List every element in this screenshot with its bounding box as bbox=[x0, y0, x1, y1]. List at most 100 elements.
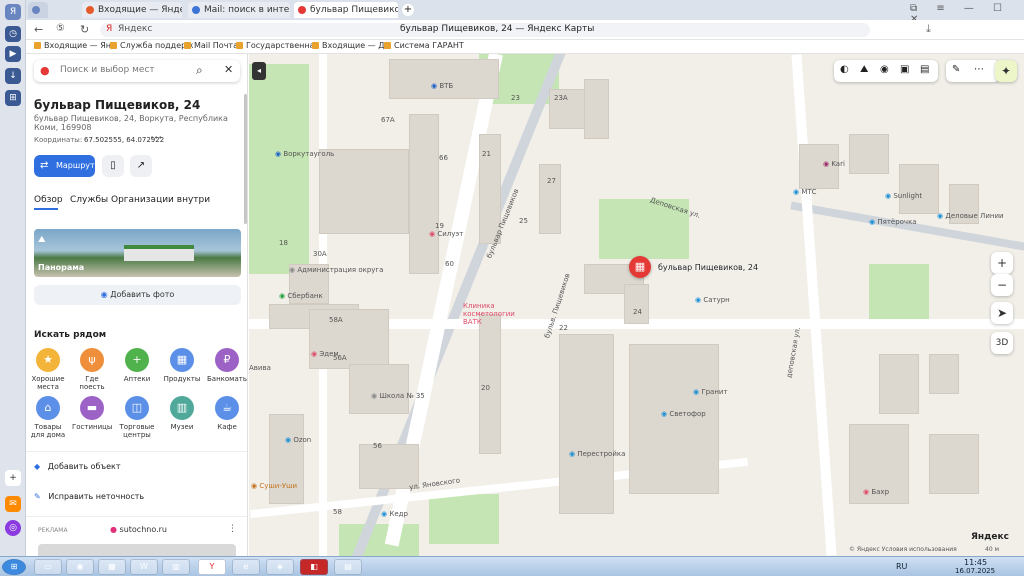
bookmark-item[interactable]: Система ГАРАНТ bbox=[384, 41, 464, 50]
poi-edem[interactable]: ◉ Эдем bbox=[311, 350, 339, 358]
poi-school[interactable]: ◉ Школа № 35 bbox=[371, 392, 425, 400]
ruler-icon[interactable]: ✎ bbox=[952, 64, 960, 75]
poi-delovye-linii[interactable]: ◉ Деловые Линии bbox=[937, 212, 1004, 220]
tab-organizations[interactable]: Организации внутри bbox=[111, 195, 210, 205]
clock-time[interactable]: 11:45 bbox=[964, 558, 987, 567]
scrollbar[interactable] bbox=[244, 94, 247, 224]
ad-image[interactable] bbox=[38, 544, 236, 556]
poi-sushi[interactable]: ◉ Суши-Уши bbox=[251, 482, 297, 490]
poi-kedr[interactable]: ◉ Кедр bbox=[381, 510, 408, 518]
poi-kari[interactable]: ◉ Kari bbox=[823, 160, 845, 168]
poi-clinic[interactable]: Клиника косметологии ВАТК bbox=[463, 302, 533, 326]
nearby-museums[interactable]: ▥ Музеи bbox=[162, 396, 202, 431]
nearby-malls[interactable]: ◫ Торговые центры bbox=[117, 396, 157, 439]
poi-svetofor[interactable]: ◉ Светофор bbox=[661, 410, 706, 418]
downloads-icon[interactable]: ↓ bbox=[5, 68, 21, 84]
reload-icon[interactable]: ↻ bbox=[80, 23, 89, 36]
panorama-mode-icon[interactable]: ⛰ bbox=[860, 64, 868, 75]
poi-vorkutaugol[interactable]: ◉ Воркутауголь bbox=[275, 150, 334, 158]
url-field[interactable]: Я Яндекс бульвар Пищевиков, 24 — Яндекс … bbox=[100, 23, 870, 37]
ad-site[interactable]: ● sutochno.ru bbox=[110, 525, 167, 534]
yandex-icon[interactable]: Я bbox=[5, 4, 21, 20]
nearby-hotels[interactable]: ▬ Гостиницы bbox=[72, 396, 112, 431]
nearby-food[interactable]: ψ Где поесть bbox=[72, 348, 112, 391]
zoom-in-button[interactable]: + bbox=[991, 252, 1013, 274]
selected-place-pin[interactable]: ▦ bbox=[629, 256, 651, 278]
start-button[interactable]: ⊞ bbox=[2, 559, 26, 575]
bookmark-item[interactable]: Входящие — Ди bbox=[312, 41, 390, 50]
poi-vtb[interactable]: ◉ ВТБ bbox=[431, 82, 453, 90]
bookmark-button[interactable]: ▯ bbox=[102, 155, 124, 177]
close-icon[interactable]: ✕ bbox=[224, 63, 233, 76]
poi-bahr[interactable]: ◉ Бахр bbox=[863, 488, 889, 496]
poi-aviva[interactable]: Авива bbox=[249, 364, 271, 372]
poi-administration[interactable]: ◉ Администрация округа bbox=[289, 266, 383, 274]
panorama-image[interactable]: ⛰ Панорама bbox=[34, 229, 241, 277]
zoom-out-button[interactable]: − bbox=[991, 274, 1013, 296]
search-icon[interactable]: ⌕ bbox=[196, 63, 203, 78]
share-button[interactable]: ↗ bbox=[130, 155, 152, 177]
play-icon[interactable]: ▶ bbox=[5, 46, 21, 62]
download-icon[interactable]: ⤓ bbox=[926, 22, 931, 36]
nearby-good-places[interactable]: ★ Хорошие места bbox=[28, 348, 68, 391]
poi-pyaterochka[interactable]: ◉ Пятёрочка bbox=[869, 218, 917, 226]
nearby-home-goods[interactable]: ⌂ Товары для дома bbox=[28, 396, 68, 439]
3d-button[interactable]: 3D bbox=[991, 332, 1013, 354]
poi-perestroika[interactable]: ◉ Перестройка bbox=[569, 450, 625, 458]
tab-mail[interactable]: Входящие — Яндекс Почта bbox=[82, 2, 182, 18]
taskbar-app[interactable]: ◈ bbox=[266, 559, 294, 575]
taskbar-explorer[interactable]: ▭ bbox=[34, 559, 62, 575]
taskbar-app[interactable]: ▤ bbox=[334, 559, 362, 575]
add-object-link[interactable]: ◆ Добавить объект bbox=[34, 462, 121, 471]
clock-icon[interactable]: ◷ bbox=[5, 26, 21, 42]
collapse-panel-button[interactable]: ◂ bbox=[252, 62, 266, 80]
search-box[interactable]: ● Поиск и выбор мест ⌕ ✕ bbox=[34, 60, 240, 82]
bookmark-item[interactable]: Mail Почта bbox=[184, 41, 238, 50]
nearby-groceries[interactable]: ▦ Продукты bbox=[162, 348, 202, 383]
traffic-icon[interactable]: ▤ bbox=[920, 64, 929, 75]
language-indicator[interactable]: RU bbox=[896, 562, 907, 571]
new-tab-button[interactable]: + bbox=[402, 4, 414, 16]
protect-icon[interactable]: ⑤ bbox=[56, 23, 65, 34]
poi-saturn[interactable]: ◉ Сатурн bbox=[695, 296, 730, 304]
route-button[interactable]: ⇄ Маршрут bbox=[34, 155, 95, 177]
clock-date[interactable]: 16.07.2025 bbox=[955, 567, 995, 575]
poi-ozon[interactable]: ◉ Ozon bbox=[285, 436, 311, 444]
taskbar-ie[interactable]: e bbox=[232, 559, 260, 575]
poi-sunlight[interactable]: ◉ Sunlight bbox=[885, 192, 922, 200]
nearby-pharmacy[interactable]: + Аптеки bbox=[117, 348, 157, 383]
poi-mts[interactable]: ◉ МТС bbox=[793, 188, 817, 196]
locate-icon[interactable]: ➤ bbox=[991, 302, 1013, 324]
mail-icon[interactable]: ✉ bbox=[5, 496, 21, 512]
taskbar-app[interactable]: ◧ bbox=[300, 559, 328, 575]
ad-menu-icon[interactable]: ⋮ bbox=[228, 524, 237, 534]
tab-maps[interactable]: бульвар Пищевиков, 24 bbox=[294, 2, 398, 18]
extensions-icon[interactable]: ⊞ bbox=[5, 90, 21, 106]
nearby-cafe[interactable]: ☕ Кафе bbox=[207, 396, 247, 431]
add-photo-button[interactable]: ◉ Добавить фото bbox=[34, 285, 241, 305]
nearby-atm[interactable]: ₽ Банкоматы bbox=[207, 348, 247, 383]
bookmark-item[interactable]: Входящие — Янд bbox=[34, 41, 117, 50]
taskbar-yandex[interactable]: Y bbox=[198, 559, 226, 575]
map-area[interactable]: бульвар Пищевиков бульв. Пищевиков Депов… bbox=[249, 54, 1024, 556]
poi-siluet[interactable]: ◉ Силуэт bbox=[429, 230, 463, 238]
star-icon[interactable]: ✦ bbox=[995, 60, 1017, 82]
add-icon[interactable]: + bbox=[5, 470, 21, 486]
attribution[interactable]: © Яндекс Условия использования bbox=[849, 546, 957, 553]
poi-granit[interactable]: ◉ Гранит bbox=[693, 388, 728, 396]
transport-icon[interactable]: ▣ bbox=[900, 64, 909, 75]
alice-icon[interactable]: ◎ bbox=[5, 520, 21, 536]
more-icon[interactable]: ⋯ bbox=[974, 64, 984, 75]
tab-group[interactable] bbox=[28, 2, 48, 18]
poi-sberbank[interactable]: ◉ Сбербанк bbox=[279, 292, 323, 300]
tab-services[interactable]: Службы bbox=[70, 195, 108, 205]
tab-search[interactable]: Mail: поиск в интернете bbox=[188, 2, 290, 18]
fix-error-link[interactable]: ✎ Исправить неточность bbox=[34, 492, 144, 501]
taskbar-app[interactable]: ▥ bbox=[162, 559, 190, 575]
back-icon[interactable]: ← bbox=[34, 23, 43, 36]
bookmark-item[interactable]: Государственна bbox=[236, 41, 314, 50]
more-button[interactable]: ••• bbox=[150, 134, 162, 142]
layers-icon[interactable]: ◐ bbox=[840, 64, 849, 75]
taskbar-word[interactable]: W bbox=[130, 559, 158, 575]
camera-icon[interactable]: ◉ bbox=[880, 64, 889, 75]
